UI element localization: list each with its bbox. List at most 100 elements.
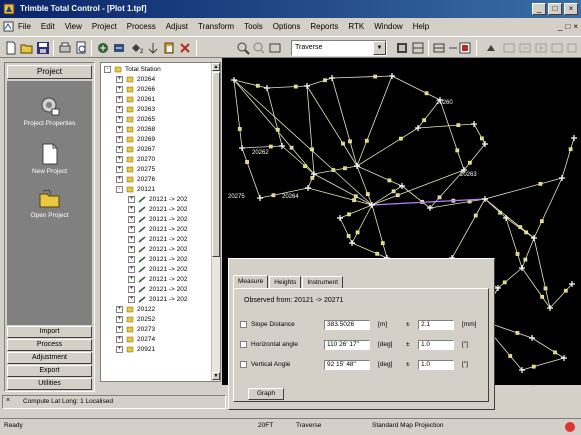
paste-icon[interactable] xyxy=(162,41,176,55)
tree-row[interactable]: +20269 xyxy=(116,135,155,145)
vertical-angle-sd-field[interactable]: 1.0 xyxy=(418,360,454,370)
tree-row[interactable]: +20121 -> 202 xyxy=(128,285,188,295)
adjust-icon[interactable]: 2 xyxy=(130,41,144,55)
new-icon[interactable] xyxy=(4,41,18,55)
tree-row[interactable]: +20268 xyxy=(116,125,155,135)
zoom-window-icon[interactable] xyxy=(252,41,266,55)
tree-row[interactable]: +20121 -> 202 xyxy=(128,215,188,225)
horizontal-angle-sd-field[interactable]: 1.0 xyxy=(418,340,454,350)
layers-icon[interactable] xyxy=(411,41,425,55)
station-marker[interactable] xyxy=(239,145,245,151)
observation-line[interactable] xyxy=(463,143,486,171)
observation-line[interactable] xyxy=(233,79,243,149)
project-properties-item[interactable]: Project Properties xyxy=(7,95,92,127)
tree-row[interactable]: +20273 xyxy=(116,325,155,335)
legend-icon[interactable] xyxy=(432,41,446,55)
tree-row[interactable]: +20266 xyxy=(116,85,155,95)
observation-line[interactable] xyxy=(339,204,373,219)
grid-icon[interactable] xyxy=(395,41,409,55)
menu-tools[interactable]: Tools xyxy=(244,22,263,31)
menu-adjust[interactable]: Adjust xyxy=(166,22,188,31)
station-marker[interactable] xyxy=(561,355,567,361)
tree-row[interactable]: +20265 xyxy=(116,115,155,125)
delete-icon[interactable] xyxy=(178,41,192,55)
expand-icon[interactable]: + xyxy=(128,245,135,253)
tab-measure[interactable]: Measure xyxy=(233,275,269,288)
observation-line[interactable] xyxy=(351,242,388,259)
observation-line[interactable] xyxy=(521,357,565,371)
expand-icon[interactable]: + xyxy=(116,75,123,83)
horizontal-angle-checkbox[interactable] xyxy=(240,341,247,348)
menu-project[interactable]: Project xyxy=(92,22,117,31)
observation-line[interactable] xyxy=(561,137,575,179)
menu-window[interactable]: Window xyxy=(374,22,402,31)
expand-icon[interactable]: + xyxy=(116,345,123,353)
nav-process-button[interactable]: Process xyxy=(7,339,92,351)
print-preview-icon[interactable] xyxy=(74,41,88,55)
observation-line[interactable] xyxy=(417,123,475,129)
refresh-icon[interactable] xyxy=(458,41,472,55)
station-marker[interactable] xyxy=(471,121,477,127)
station-marker[interactable] xyxy=(349,240,355,246)
observation-line[interactable] xyxy=(531,337,565,359)
observation-line[interactable] xyxy=(401,185,431,209)
maximize-button[interactable]: □ xyxy=(548,3,562,15)
observation-line[interactable] xyxy=(266,85,308,89)
observation-line[interactable] xyxy=(497,267,523,289)
view-combo[interactable]: Traverse ▼ xyxy=(291,40,387,56)
observation-line[interactable] xyxy=(391,75,441,101)
up-icon[interactable] xyxy=(484,41,498,55)
expand-icon[interactable]: + xyxy=(128,235,135,243)
menu-options[interactable]: Options xyxy=(273,22,301,31)
tree-row[interactable]: +20121 -> 202 xyxy=(128,255,188,265)
observation-line[interactable] xyxy=(351,204,373,244)
collapse-icon[interactable]: - xyxy=(104,65,111,73)
tree-scrollbar[interactable]: ▲ ▼ xyxy=(211,63,220,381)
tree-row[interactable]: +20121 -> 202 xyxy=(128,195,188,205)
nav-utilities-button[interactable]: Utilities xyxy=(7,378,92,390)
close-button[interactable]: × xyxy=(564,3,578,15)
menu-view[interactable]: View xyxy=(65,22,82,31)
tab-heights[interactable]: Heights xyxy=(269,276,302,288)
expand-icon[interactable]: + xyxy=(128,255,135,263)
zoom-out-icon[interactable] xyxy=(534,41,548,55)
tree-row[interactable]: +20267 xyxy=(116,145,155,155)
station-marker[interactable] xyxy=(329,75,335,81)
tree-row[interactable]: +20261 xyxy=(116,95,155,105)
menu-process[interactable]: Process xyxy=(127,22,156,31)
observation-line[interactable] xyxy=(356,127,419,167)
output-close-icon[interactable]: × xyxy=(6,397,10,404)
chevron-down-icon[interactable]: ▼ xyxy=(373,41,386,55)
app-icon[interactable] xyxy=(3,3,15,15)
tree-row[interactable]: +20121 -> 202 xyxy=(128,245,188,255)
expand-icon[interactable]: + xyxy=(116,125,123,133)
expand-icon[interactable]: + xyxy=(116,335,123,343)
nav-import-button[interactable]: Import xyxy=(7,326,92,338)
station-marker[interactable] xyxy=(571,135,577,141)
import-icon[interactable] xyxy=(96,41,110,55)
document-icon[interactable] xyxy=(3,21,14,32)
station-marker[interactable] xyxy=(354,163,360,169)
mdi-minimize-button[interactable]: _ xyxy=(558,22,562,31)
observation-line[interactable] xyxy=(339,217,353,244)
horizontal-angle-field[interactable]: 110 26' 17" xyxy=(324,340,370,350)
menu-file[interactable]: File xyxy=(18,22,31,31)
vertical-angle-field[interactable]: 92 15' 48" xyxy=(324,360,370,370)
tree-row[interactable]: +20122 xyxy=(116,305,155,315)
nav-export-button[interactable]: Export xyxy=(7,365,92,377)
observation-line[interactable] xyxy=(451,198,486,259)
toolbar-more-icon[interactable] xyxy=(566,41,580,55)
observation-line[interactable] xyxy=(241,145,283,149)
expand-icon[interactable]: + xyxy=(128,285,135,293)
expand-icon[interactable]: + xyxy=(128,195,135,203)
observation-line[interactable] xyxy=(549,283,573,309)
tree-row[interactable]: +20252 xyxy=(116,315,155,325)
slope-distance-sd-field[interactable]: 2.1 xyxy=(418,320,454,330)
station-marker[interactable] xyxy=(304,83,310,89)
observation-line[interactable] xyxy=(473,123,486,145)
observation-line[interactable] xyxy=(331,75,393,79)
tree-row[interactable]: +20121 -> 202 xyxy=(128,205,188,215)
nav-adjustment-button[interactable]: Adjustment xyxy=(7,352,92,364)
expand-icon[interactable]: + xyxy=(116,115,123,123)
minimize-button[interactable]: _ xyxy=(532,3,546,15)
